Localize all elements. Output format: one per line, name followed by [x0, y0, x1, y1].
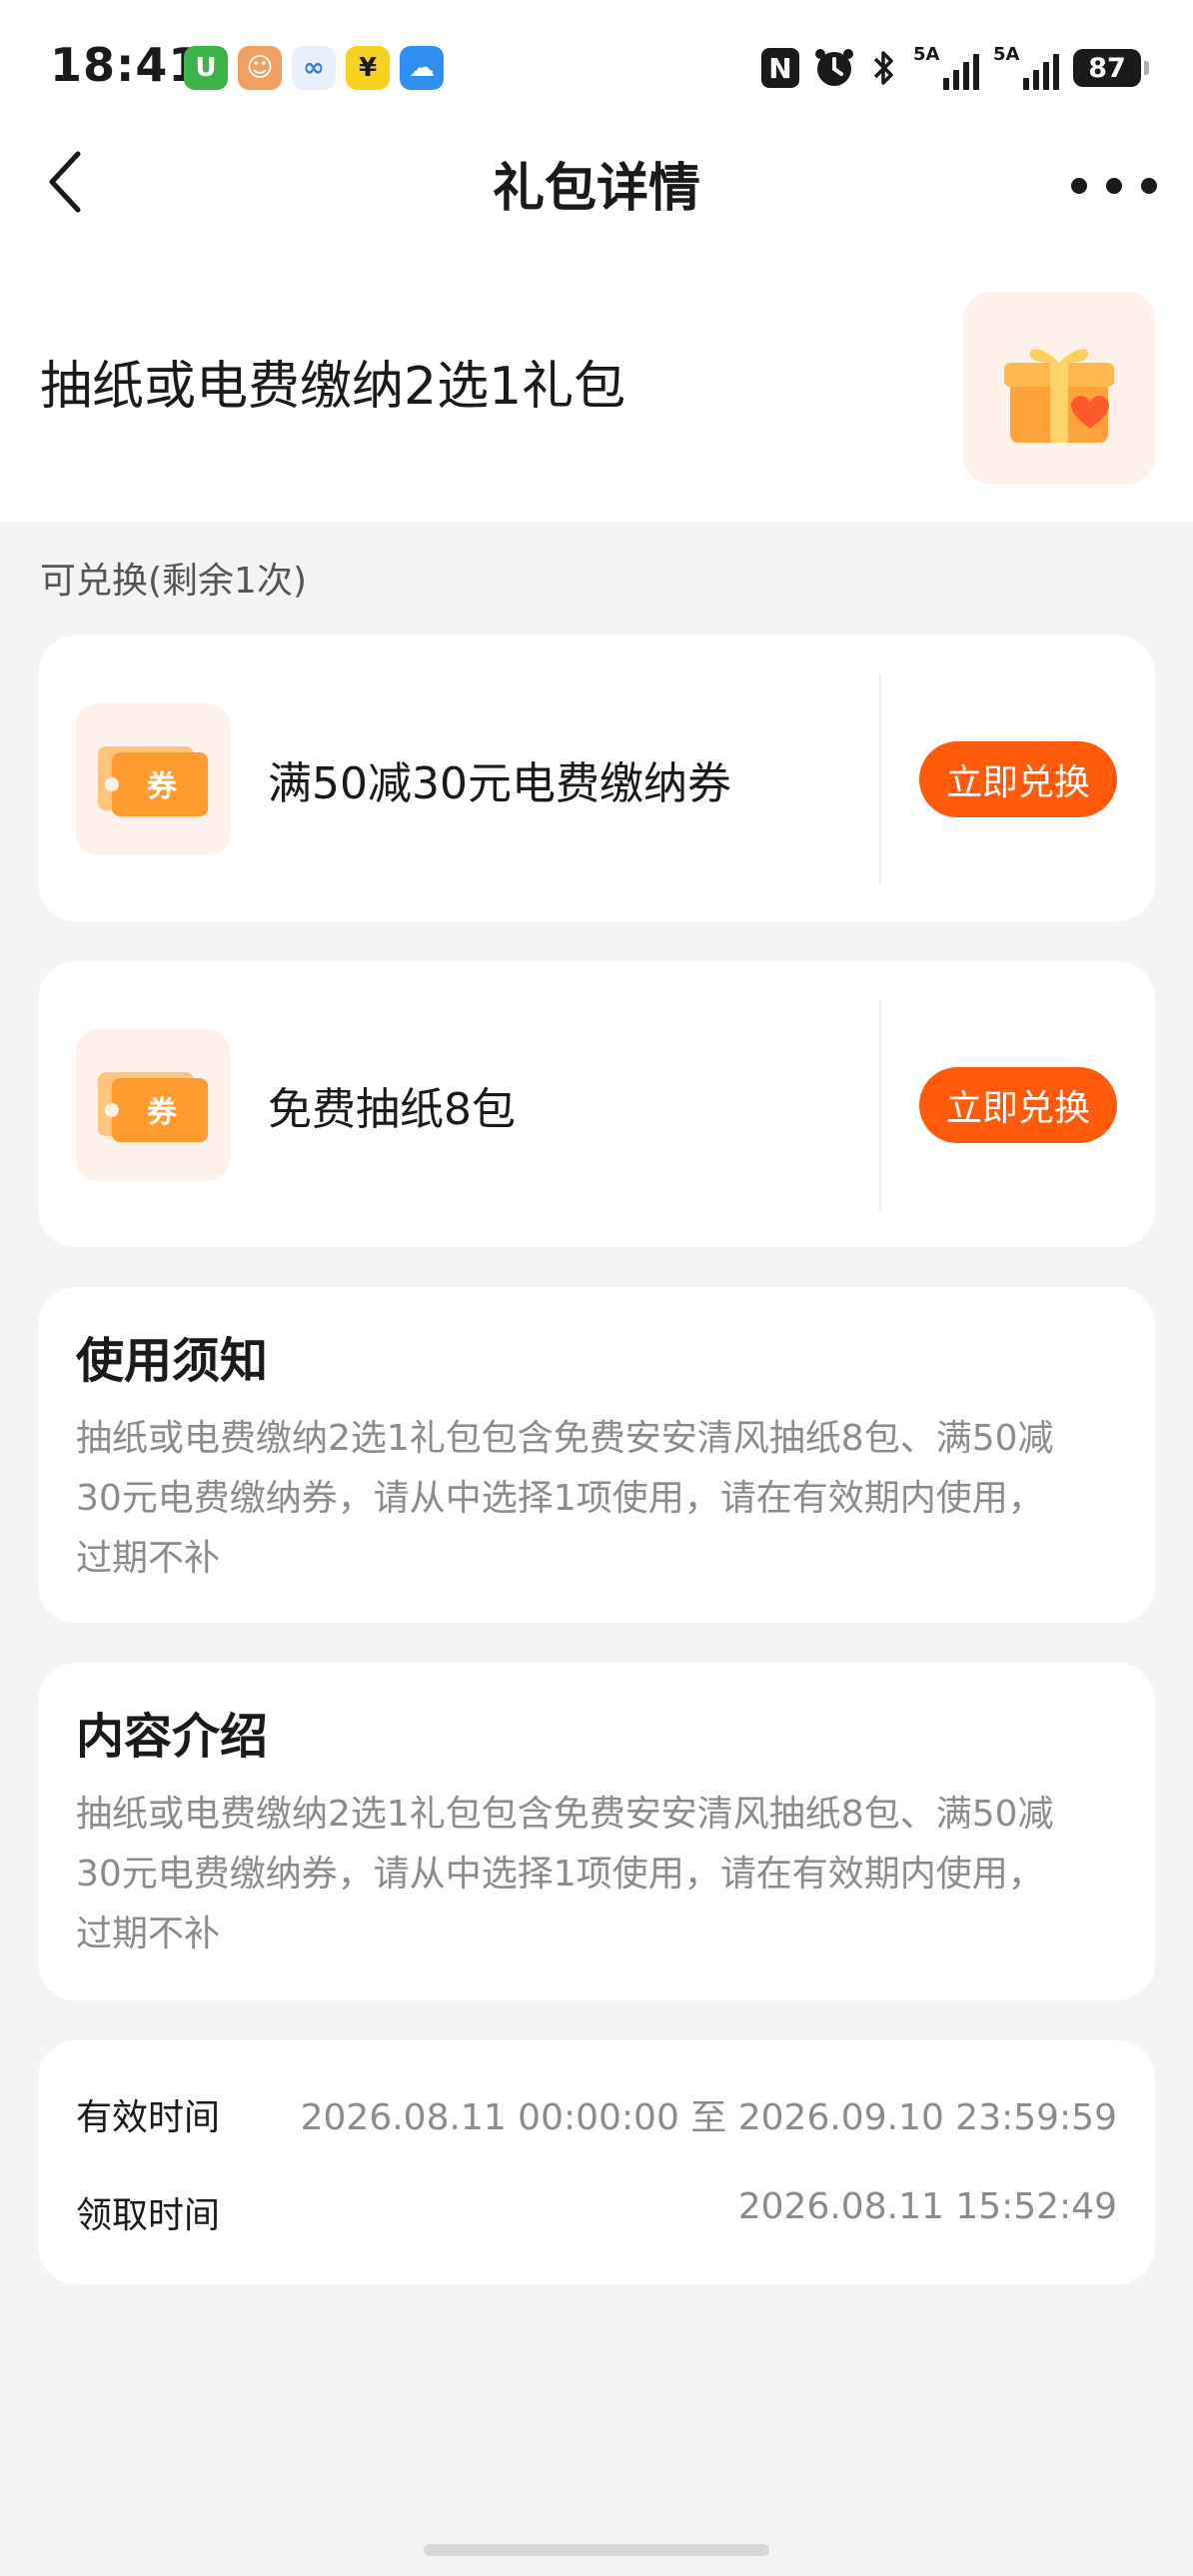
claim-time-row: 领取时间 2026.08.11 15:52:49 — [76, 2186, 1117, 2236]
mascot-app-icon: ☺ — [238, 46, 282, 90]
weather-app-icon: ☁ — [400, 46, 444, 90]
coupon-icon: 券 — [76, 1029, 230, 1181]
notification-app-icons: U ☺ ∞ ¥ ☁ — [184, 46, 444, 90]
blue-swirl-app-icon: ∞ — [292, 46, 336, 90]
divider — [879, 673, 881, 885]
redeem-heading: 可兑换(剩余1次) — [40, 561, 307, 602]
content-intro-text: 抽纸或电费缴纳2选1礼包包含免费安安清风抽纸8包、满50减 30元电费缴纳券，请… — [76, 1794, 1054, 1954]
nfc-icon: N — [761, 48, 799, 88]
more-dots-icon — [1071, 178, 1087, 194]
gift-name: 抽纸或电费缴纳2选1礼包 — [40, 357, 626, 417]
redeem-now-button[interactable]: 立即兑换 — [919, 1067, 1117, 1143]
time-info-card: 有效时间 2026.08.11 00:00:00 至 2026.09.10 23… — [38, 2040, 1155, 2284]
valid-time-row: 有效时间 2026.08.11 00:00:00 至 2026.09.10 23… — [76, 2088, 1117, 2138]
status-time: 18:41 — [50, 38, 202, 92]
valid-time-value: 2026.08.11 00:00:00 至 2026.09.10 23:59:5… — [300, 2097, 1117, 2138]
claim-time-label: 领取时间 — [76, 2195, 221, 2236]
redeem-now-button[interactable]: 立即兑换 — [919, 741, 1117, 817]
cellular-signal-1-icon: 5A — [913, 44, 979, 90]
coupon-icon: 券 — [76, 703, 230, 855]
usage-notice-title: 使用须知 — [76, 1333, 269, 1389]
content-intro-card: 内容介绍 抽纸或电费缴纳2选1礼包包含免费安安清风抽纸8包、满50减 30元电费… — [38, 1663, 1155, 2000]
battery-icon: 87 — [1073, 49, 1149, 87]
more-options-button[interactable] — [1071, 166, 1157, 206]
alarm-icon — [813, 47, 855, 89]
coupon-title: 满50减30元电费缴纳券 — [268, 758, 731, 809]
coupon-title: 免费抽纸8包 — [268, 1084, 516, 1135]
content-intro-title: 内容介绍 — [76, 1709, 269, 1765]
divider — [879, 999, 881, 1211]
valid-time-label: 有效时间 — [76, 2097, 221, 2138]
gift-header: 抽纸或电费缴纳2选1礼包 — [0, 282, 1193, 522]
green-app-icon: U — [184, 46, 228, 90]
cellular-signal-2-icon: 5A — [993, 44, 1059, 90]
home-indicator[interactable] — [424, 2544, 769, 2556]
coupon-card: 券 免费抽纸8包 立即兑换 — [38, 961, 1155, 1247]
status-bar: 18:41 U ☺ ∞ ¥ ☁ N 5A 5A 87 — [0, 0, 1193, 140]
svg-text:券: 券 — [147, 769, 178, 804]
claim-time-value: 2026.08.11 15:52:49 — [737, 2186, 1117, 2227]
gift-box-icon — [963, 292, 1155, 484]
svg-text:券: 券 — [147, 1095, 178, 1130]
usage-notice-card: 使用须知 抽纸或电费缴纳2选1礼包包含免费安安清风抽纸8包、满50减 30元电费… — [38, 1287, 1155, 1623]
usage-notice-text: 抽纸或电费缴纳2选1礼包包含免费安安清风抽纸8包、满50减 30元电费缴纳券，请… — [76, 1418, 1054, 1579]
page-title: 礼包详情 — [492, 159, 700, 219]
yuan-app-icon: ¥ — [346, 46, 390, 90]
system-status-icons: N 5A 5A 87 — [761, 44, 1149, 90]
coupon-card: 券 满50减30元电费缴纳券 立即兑换 — [38, 636, 1155, 921]
bluetooth-icon — [869, 47, 899, 89]
